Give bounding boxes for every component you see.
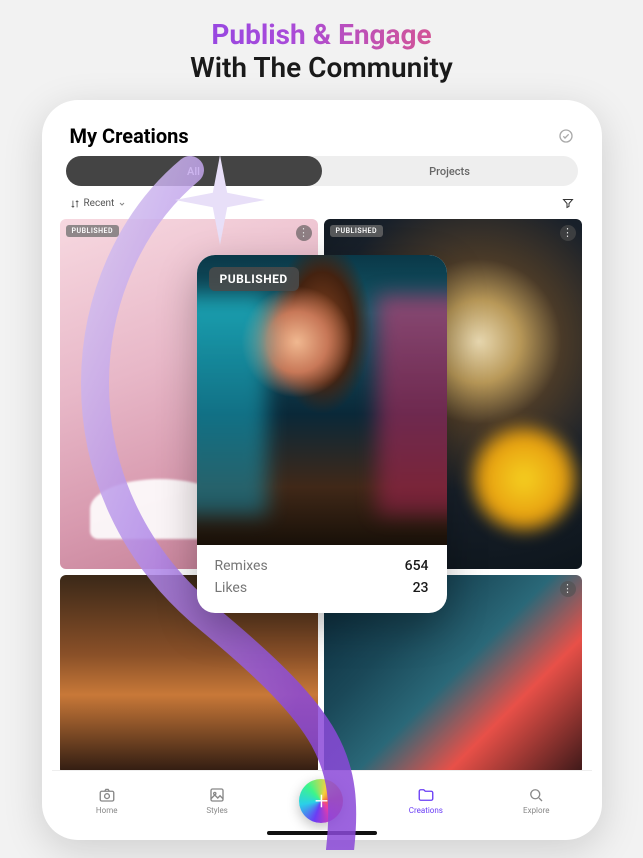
status-badge: PUBLISHED	[330, 225, 384, 237]
thumb-more-button[interactable]: ⋮	[296, 225, 312, 241]
stat-label: Likes	[215, 580, 248, 596]
nav-label: Creations	[409, 806, 443, 815]
tab-projects[interactable]: Projects	[322, 156, 578, 186]
thumb-more-button[interactable]: ⋮	[560, 581, 576, 597]
sort-label: Recent	[84, 198, 115, 209]
tab-all[interactable]: All	[66, 156, 322, 186]
stat-value: 654	[405, 558, 429, 574]
stat-value: 23	[413, 580, 429, 596]
folder-icon	[417, 786, 435, 804]
sort-button[interactable]: Recent	[70, 198, 127, 209]
filter-icon	[562, 197, 574, 209]
hero-heading: Publish & Engage With The Community	[0, 0, 643, 92]
status-badge: PUBLISHED	[66, 225, 120, 237]
card-stats: Remixes 654 Likes 23	[197, 545, 447, 613]
chevron-down-icon	[118, 200, 126, 208]
sort-filter-row: Recent	[52, 186, 592, 219]
screen-header: My Creations	[52, 110, 592, 156]
styles-icon	[208, 786, 226, 804]
hero-line-1: Publish & Engage	[0, 18, 643, 51]
card-image: PUBLISHED	[197, 255, 447, 545]
nav-label: Styles	[206, 806, 227, 815]
nav-label: Home	[96, 806, 118, 815]
sort-icon	[70, 199, 80, 209]
nav-label: Explore	[523, 806, 549, 815]
hero-line-2: With The Community	[0, 51, 643, 84]
stat-remixes: Remixes 654	[215, 555, 429, 577]
plus-icon: +	[315, 787, 329, 815]
thumb-more-button[interactable]: ⋮	[560, 225, 576, 241]
search-icon	[527, 786, 545, 804]
camera-icon	[98, 786, 116, 804]
nav-explore[interactable]: Explore	[508, 786, 564, 815]
nav-creations[interactable]: Creations	[398, 786, 454, 815]
card-status-badge: PUBLISHED	[209, 267, 299, 291]
home-indicator	[267, 831, 377, 835]
select-icon[interactable]	[558, 128, 574, 144]
filter-button[interactable]	[562, 194, 574, 213]
stat-label: Remixes	[215, 558, 268, 574]
nav-home[interactable]: Home	[79, 786, 135, 815]
segment-control: All Projects	[66, 156, 578, 186]
bottom-toolbar: Home Styles + Creations Explore	[52, 770, 592, 830]
page-title: My Creations	[70, 124, 189, 148]
create-fab[interactable]: +	[299, 779, 343, 823]
nav-styles[interactable]: Styles	[189, 786, 245, 815]
published-card[interactable]: PUBLISHED Remixes 654 Likes 23	[197, 255, 447, 613]
stat-likes: Likes 23	[215, 577, 429, 599]
